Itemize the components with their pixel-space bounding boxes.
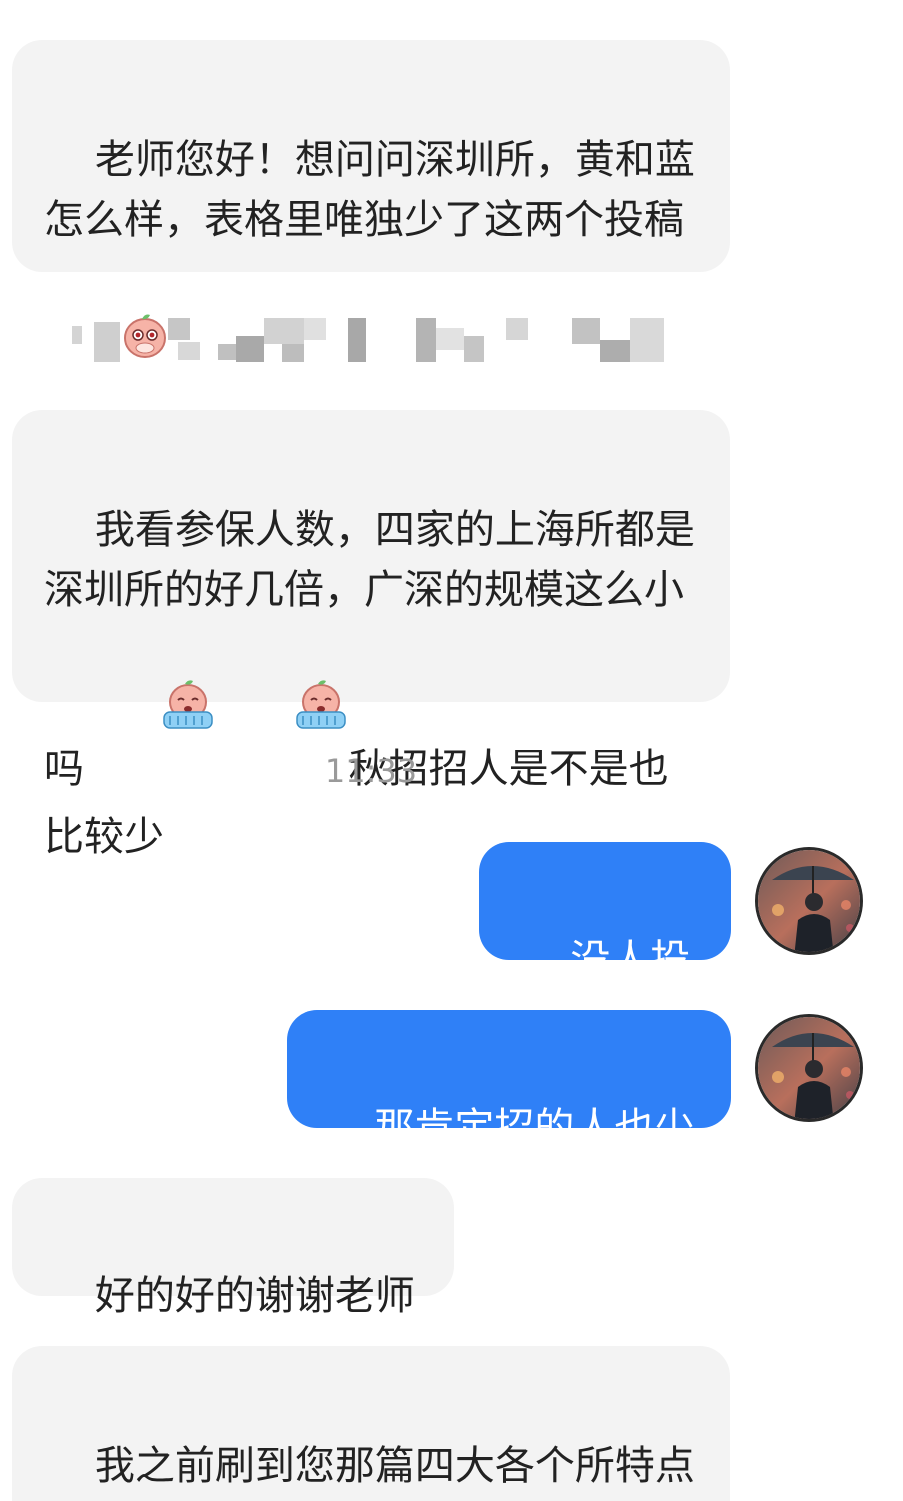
avatar-umbrella-man-icon [758,850,860,952]
message-text: 我之前刷到您那篇四大各个所特点的贴，广深似乎难度小一 [94,1443,695,1489]
message-bubble-incoming[interactable]: 我之前刷到您那篇四大各个所特点的贴，广深似乎难度小一 [12,1346,730,1501]
message-bubble-incoming[interactable]: 我看参保人数，四家的上海所都是深圳所的好几倍，广深的规模这么小吗 秋招招人是不是… [12,410,730,860]
chat-view: 老师您好！想问问深圳所，黄和蓝怎么样，表格里唯独少了这两个投稿 我看参保人数，四… [0,0,903,1501]
avatar[interactable] [755,847,863,955]
redacted-text-row [70,318,670,364]
message-bubble-outgoing[interactable]: 没人投啊 [479,842,731,1043]
message-bubble-incoming[interactable]: 好的好的谢谢老师 [12,1178,454,1319]
message-text: 好的好的谢谢老师 [94,1273,415,1319]
message-text: 老师您好！想问问深圳所，黄和蓝怎么样，表格里唯独少了这两个投稿 [44,137,695,243]
message-text: 那肯定招的人也少 [374,1105,695,1151]
message-bubble-outgoing[interactable]: 那肯定招的人也少 [287,1010,731,1151]
timestamp: 11:33 [324,752,418,790]
message-bubble-incoming[interactable]: 老师您好！想问问深圳所，黄和蓝怎么样，表格里唯独少了这两个投稿 [12,40,730,358]
avatar-umbrella-man-icon [758,1017,860,1119]
avatar[interactable] [755,1014,863,1122]
